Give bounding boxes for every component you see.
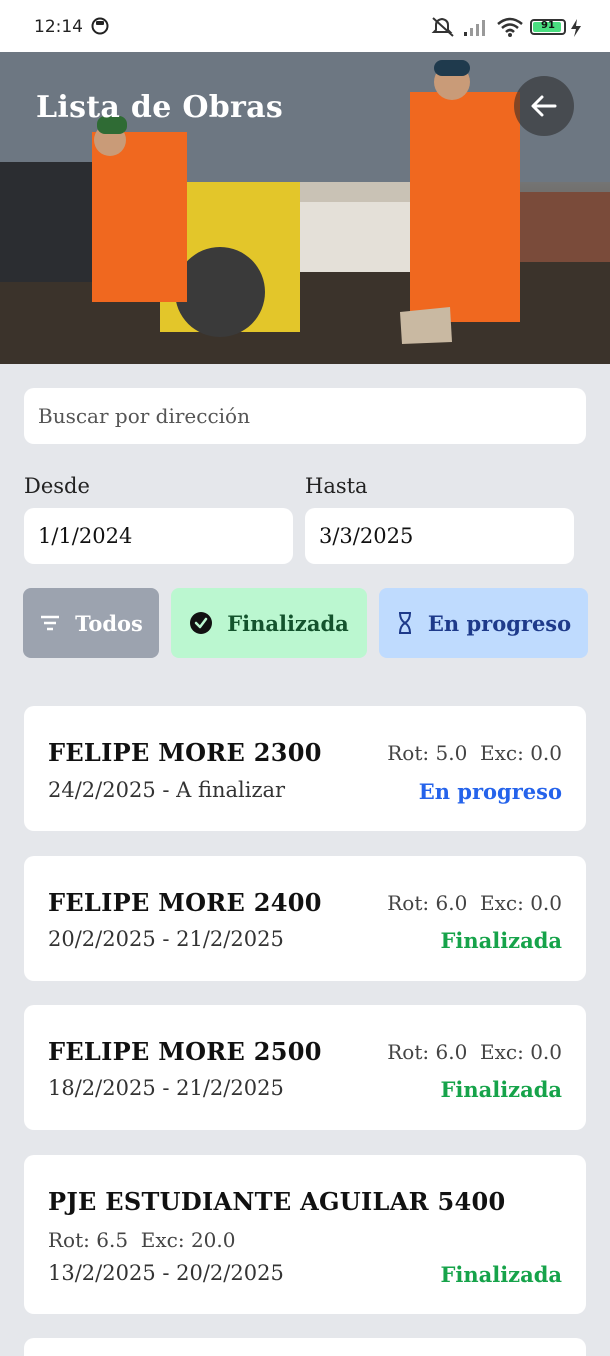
filter-finalizada-label: Finalizada [227,610,349,636]
filter-todos-button[interactable]: Todos [23,588,159,658]
obra-rot: Rot: 6.5 [48,1228,129,1252]
to-date-field[interactable]: 3/3/2025 [305,508,574,564]
page-title: Lista de Obras [36,90,284,125]
obra-address: PJE ESTUDIANTE AGUILAR 5400 [48,1187,506,1216]
status-bar: 12:14 91 [0,0,610,52]
filter-todos-label: Todos [75,610,143,636]
filter-icon [41,615,60,631]
obra-exc: Exc: 0.0 [480,1040,562,1064]
obra-measures: Rot: 6.0 Exc: 0.0 [387,891,562,915]
obra-dates: 20/2/2025 - 21/2/2025 [48,927,284,951]
status-badge: Finalizada [440,1262,562,1287]
check-circle-icon [190,612,213,634]
obra-exc: Exc: 0.0 [480,891,562,915]
obra-card-partial[interactable] [24,1338,586,1356]
from-date-label: Desde [24,474,90,498]
from-date-value: 1/1/2024 [38,524,133,548]
obra-dates: 13/2/2025 - 20/2/2025 [48,1261,284,1285]
status-badge: Finalizada [440,928,562,953]
obra-measures: Rot: 6.5 Exc: 20.0 [48,1228,235,1252]
obra-address: FELIPE MORE 2500 [48,1037,322,1066]
obra-card[interactable]: FELIPE MORE 2500 Rot: 6.0 Exc: 0.0 18/2/… [24,1005,586,1130]
to-date-label: Hasta [305,474,368,498]
status-time: 12:14 [34,17,83,37]
filter-en-progreso-label: En progreso [427,610,572,636]
header-banner: Lista de Obras [0,52,610,364]
obra-card[interactable]: FELIPE MORE 2400 Rot: 6.0 Exc: 0.0 20/2/… [24,856,586,981]
obra-card[interactable]: FELIPE MORE 2300 Rot: 5.0 Exc: 0.0 24/2/… [24,706,586,831]
from-date-field[interactable]: 1/1/2024 [24,508,293,564]
search-input[interactable] [24,388,586,444]
obra-address: FELIPE MORE 2400 [48,888,322,917]
to-date-value: 3/3/2025 [319,524,414,548]
obra-card[interactable]: PJE ESTUDIANTE AGUILAR 5400 Rot: 6.5 Exc… [24,1155,586,1314]
signal-icon [462,16,490,42]
filter-finalizada-button[interactable]: Finalizada [171,588,367,658]
status-badge: En progreso [418,779,562,804]
obra-dates: 24/2/2025 - A finalizar [48,778,286,802]
battery-icon: 91 [530,19,566,35]
charging-icon [570,18,582,42]
obra-rot: Rot: 6.0 [387,891,468,915]
arrow-back-icon [531,95,557,117]
mute-icon [430,16,456,42]
notification-icon [90,16,110,40]
obra-exc: Exc: 0.0 [480,741,562,765]
obra-dates: 18/2/2025 - 21/2/2025 [48,1076,284,1100]
obra-measures: Rot: 5.0 Exc: 0.0 [387,741,562,765]
obra-exc: Exc: 20.0 [140,1228,236,1252]
obra-measures: Rot: 6.0 Exc: 0.0 [387,1040,562,1064]
obra-rot: Rot: 6.0 [387,1040,468,1064]
hourglass-icon [398,612,411,634]
wifi-icon [496,16,524,42]
obra-address: FELIPE MORE 2300 [48,738,322,767]
status-badge: Finalizada [440,1077,562,1102]
obra-rot: Rot: 5.0 [387,741,468,765]
filter-en-progreso-button[interactable]: En progreso [379,588,588,658]
battery-level: 91 [541,20,555,31]
back-button[interactable] [514,76,574,136]
